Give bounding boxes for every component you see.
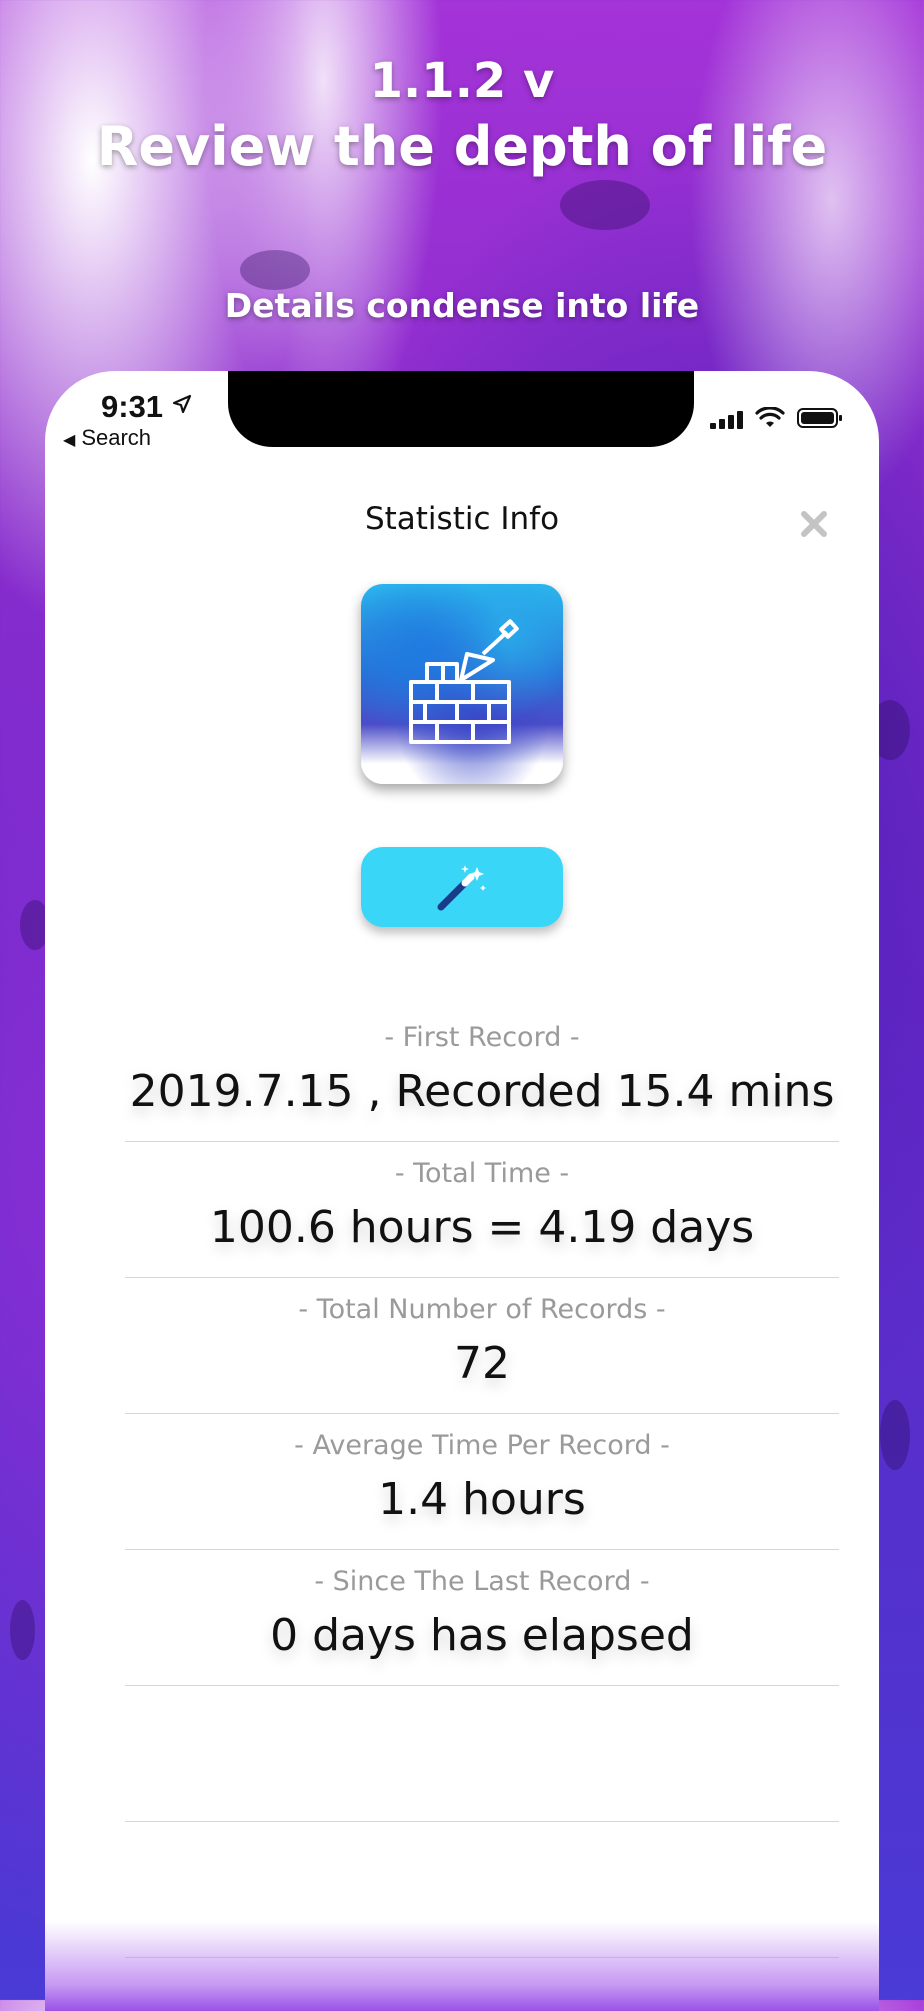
stat-since-last: - Since The Last Record - 0 days has ela… (125, 1550, 839, 1686)
magic-wand-icon (437, 865, 486, 911)
stat-first-record: - First Record - 2019.7.15 , Recorded 15… (125, 1006, 839, 1142)
stats-list: - First Record - 2019.7.15 , Recorded 15… (125, 1006, 839, 1958)
close-icon[interactable] (797, 507, 831, 541)
stat-value: 0 days has elapsed (270, 1610, 694, 1661)
location-arrow-icon (172, 394, 192, 414)
back-to-search-link[interactable]: ◀ Search (63, 425, 151, 451)
phone-notch (228, 371, 694, 447)
wifi-icon (755, 407, 785, 427)
stat-value: 2019.7.15 , Recorded 15.4 mins (129, 1066, 835, 1117)
version-label: 1.1.2 v (369, 53, 555, 109)
app-icon (361, 584, 563, 784)
stat-label: - Total Time - (394, 1158, 570, 1189)
stat-empty-row (125, 1686, 839, 1822)
battery-icon (797, 408, 842, 428)
phone-screen: 9:31 ◀ Search Statistic Info - First Rec… (45, 371, 879, 2011)
promo-header: 1.1.2 v Review the depth of life (0, 50, 924, 182)
magic-button[interactable] (361, 847, 563, 927)
bottom-fade (45, 1921, 879, 2011)
stat-total-time: - Total Time - 100.6 hours = 4.19 days (125, 1142, 839, 1278)
stat-label: - First Record - (384, 1022, 580, 1053)
stat-label: - Total Number of Records - (298, 1294, 666, 1325)
bg-texture (880, 1400, 910, 1470)
stat-label: - Since The Last Record - (314, 1566, 650, 1597)
stat-label: - Average Time Per Record - (294, 1430, 670, 1461)
modal-title: Statistic Info (364, 501, 560, 537)
back-triangle-icon: ◀ (63, 432, 76, 449)
stat-total-records: - Total Number of Records - 72 (125, 1278, 839, 1414)
bg-texture (560, 180, 650, 230)
brick-wall-trowel-icon (409, 619, 519, 744)
status-time: 9:31 (101, 389, 164, 424)
stat-value: 1.4 hours (378, 1474, 586, 1525)
stat-average-time: - Average Time Per Record - 1.4 hours (125, 1414, 839, 1550)
subtitle: Details condense into life (224, 286, 700, 325)
status-indicators (710, 407, 843, 429)
tagline: Review the depth of life (96, 115, 828, 178)
stat-value: 100.6 hours = 4.19 days (209, 1202, 755, 1253)
bg-texture (240, 250, 310, 290)
cellular-signal-icon (710, 409, 743, 429)
bg-texture (10, 1600, 35, 1660)
stat-value: 72 (454, 1338, 510, 1389)
back-label: Search (81, 425, 152, 450)
